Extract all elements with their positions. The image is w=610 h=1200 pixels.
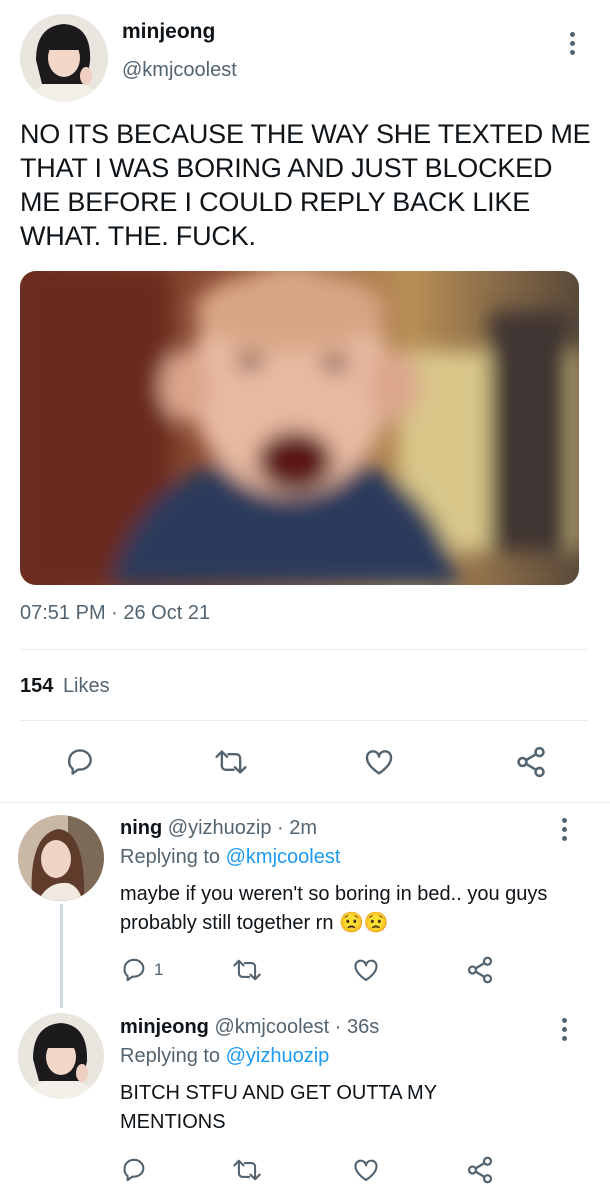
share-button[interactable] — [514, 745, 548, 779]
separator-dot: · — [277, 817, 284, 839]
likes-label: Likes — [62, 675, 110, 697]
more-options-icon[interactable] — [570, 32, 576, 59]
main-author-name[interactable]: minjeong — [122, 20, 215, 44]
replying-to-handle[interactable]: @kmjcoolest — [226, 846, 341, 868]
reply-author-avatar[interactable] — [18, 1013, 104, 1099]
like-icon — [354, 1159, 378, 1181]
share-icon — [467, 956, 493, 984]
replying-to-prefix: Replying to — [120, 846, 221, 868]
reply-button[interactable]: 1 — [120, 956, 163, 984]
reply-author-name[interactable]: minjeong — [120, 1016, 209, 1038]
reply-icon — [123, 1158, 145, 1182]
share-button[interactable] — [465, 1155, 495, 1185]
share-icon — [517, 746, 545, 778]
like-icon — [365, 750, 393, 775]
reply-icon — [68, 749, 92, 775]
share-icon — [467, 1156, 493, 1184]
likes-count: 154 — [20, 675, 54, 697]
reply-author-handle[interactable]: @kmjcoolest — [214, 1016, 329, 1038]
more-options-icon[interactable] — [562, 1018, 568, 1045]
like-button[interactable] — [351, 956, 381, 984]
replying-to: Replying to @kmjcoolest — [120, 846, 340, 869]
reply-author-handle[interactable]: @yizhuozip — [168, 817, 272, 839]
retweet-button[interactable] — [232, 956, 262, 984]
divider — [0, 802, 610, 803]
reply-time[interactable]: 36s — [347, 1016, 379, 1038]
more-options-icon[interactable] — [562, 818, 568, 845]
reply-text: BITCH STFU AND GET OUTTA MY MENTIONS — [120, 1082, 437, 1133]
reply-text-body: maybe if you weren't so boring in bed.. … — [120, 883, 548, 934]
like-button[interactable] — [351, 1156, 381, 1184]
thread-connector-line — [60, 904, 63, 1008]
tweet-timestamp[interactable]: 07:51 PM · 26 Oct 21 — [20, 602, 210, 625]
like-button[interactable] — [362, 746, 396, 778]
main-author-avatar[interactable] — [20, 14, 108, 102]
reply-icon — [123, 958, 145, 982]
reply-count: 1 — [154, 960, 164, 979]
retweet-button[interactable] — [214, 746, 248, 778]
retweet-icon — [215, 750, 247, 774]
reply-header: ning @yizhuozip · 2m — [120, 817, 317, 840]
likes-stat[interactable]: 154 Likes — [20, 675, 110, 698]
retweet-icon — [233, 959, 261, 981]
main-author-handle[interactable]: @kmjcoolest — [122, 59, 237, 82]
retweet-icon — [233, 1159, 261, 1181]
separator-dot: · — [334, 1016, 342, 1038]
reply-button[interactable] — [120, 1156, 148, 1184]
replying-to: Replying to @yizhuozip — [120, 1045, 329, 1068]
main-tweet-text: NO ITS BECAUSE THE WAY SHE TEXTED ME THA… — [20, 119, 591, 251]
divider — [20, 649, 588, 650]
retweet-button[interactable] — [232, 1156, 262, 1184]
share-button[interactable] — [465, 955, 495, 985]
reply-header: minjeong @kmjcoolest · 36s — [120, 1016, 379, 1039]
reply-author-name[interactable]: ning — [120, 817, 162, 839]
reply-text: maybe if you weren't so boring in bed.. … — [120, 880, 560, 938]
divider — [20, 720, 588, 721]
worried-face-emoji: 😟😟 — [339, 912, 389, 934]
reply-button[interactable] — [64, 746, 96, 778]
reply-author-avatar[interactable] — [18, 815, 104, 901]
reply-time[interactable]: 2m — [289, 817, 317, 839]
like-icon — [354, 959, 378, 981]
replying-to-handle[interactable]: @yizhuozip — [226, 1045, 330, 1067]
tweet-media-image[interactable] — [20, 271, 579, 585]
replying-to-prefix: Replying to — [120, 1045, 221, 1067]
